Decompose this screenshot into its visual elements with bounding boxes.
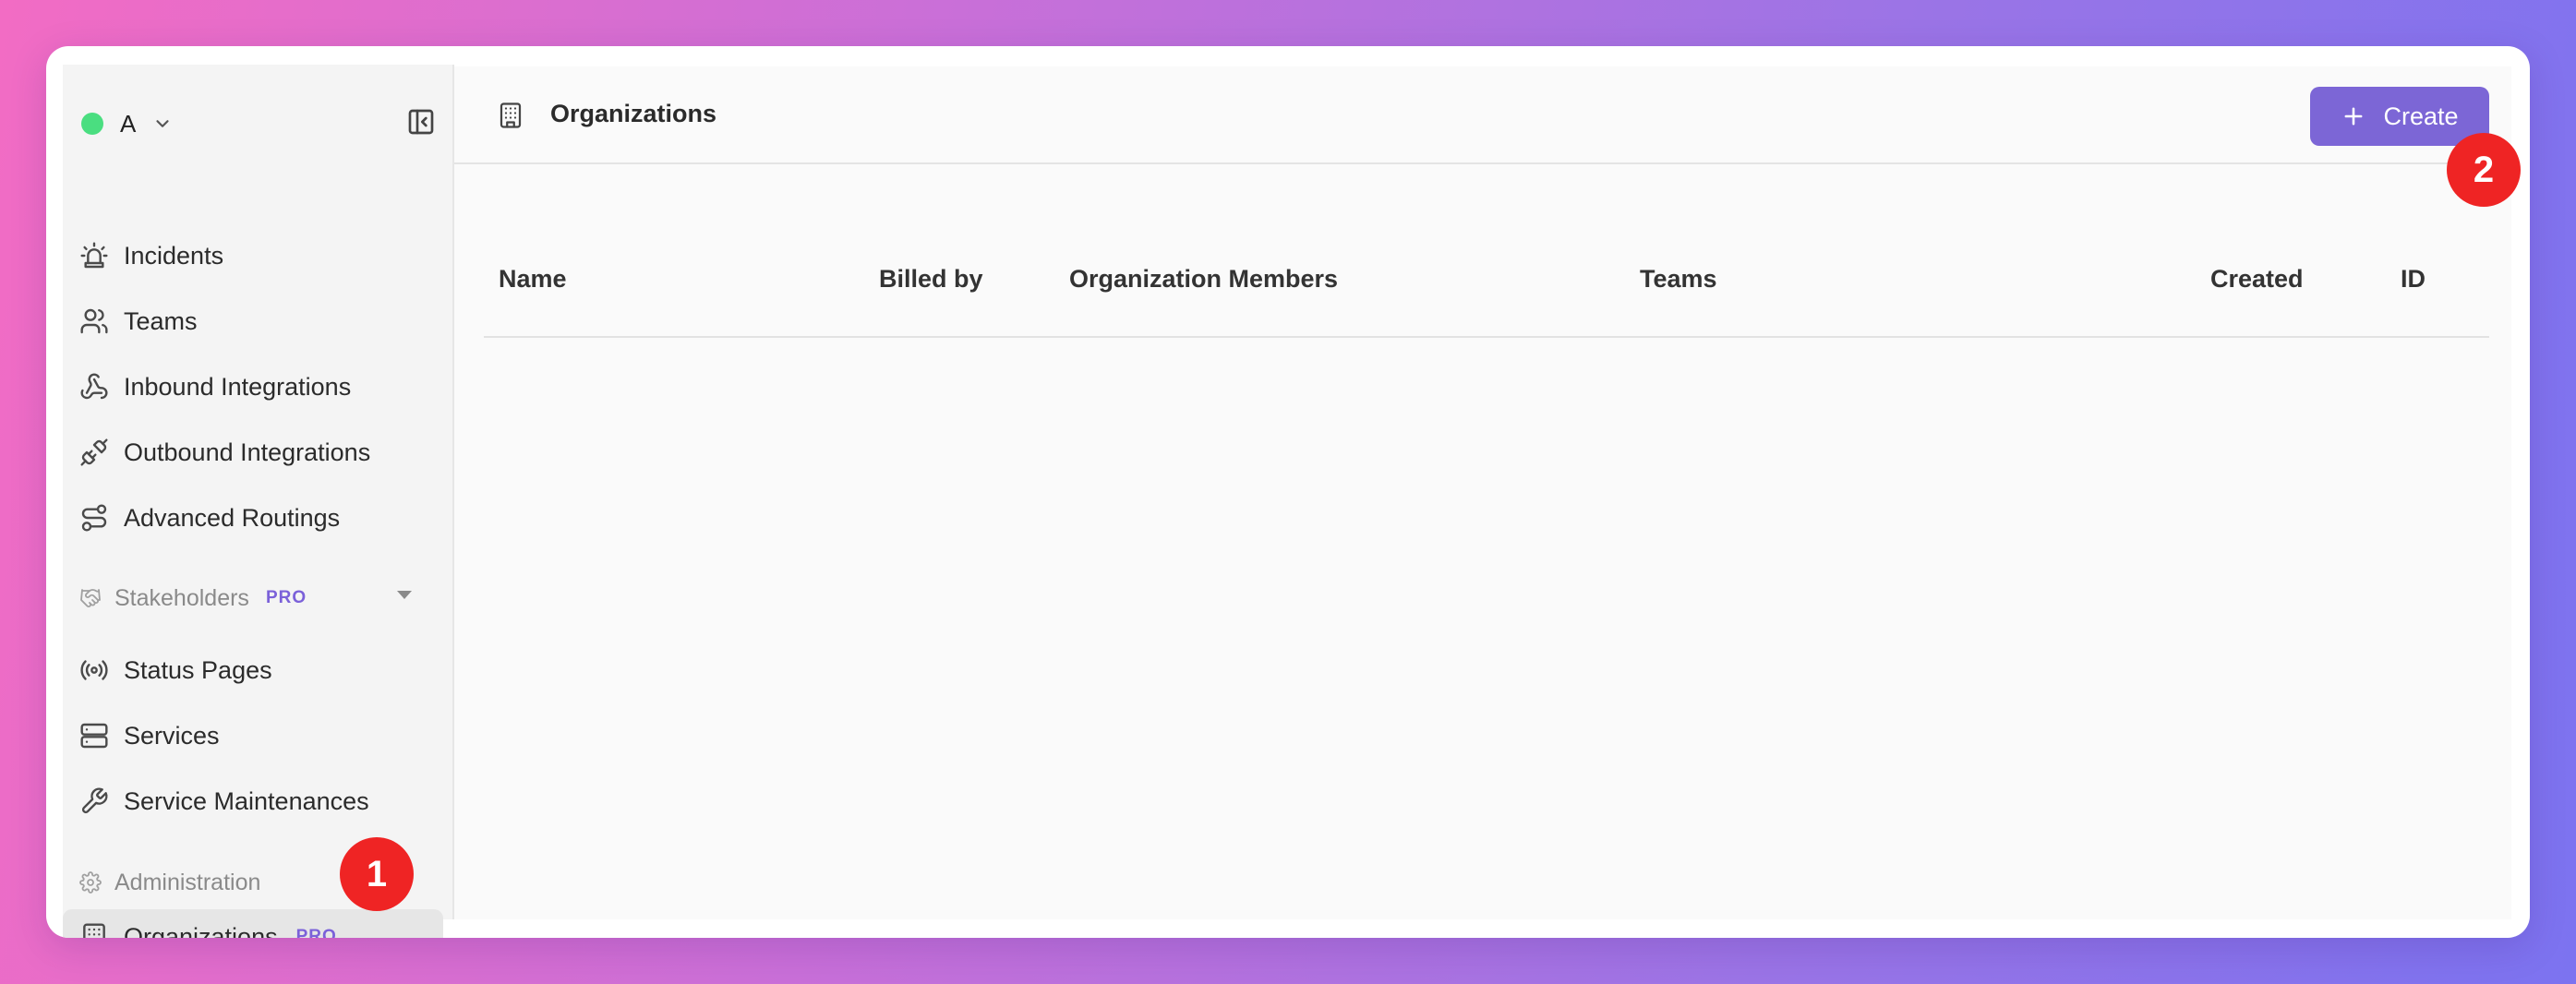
step-badge-2: 2 xyxy=(2447,133,2521,207)
column-header-billed-by[interactable]: Billed by xyxy=(879,249,983,308)
sidebar-item-label: Incidents xyxy=(124,241,224,270)
workspace-name: A xyxy=(120,109,137,138)
column-header-name[interactable]: Name xyxy=(499,249,567,308)
column-header-id[interactable]: ID xyxy=(2401,249,2426,308)
chevron-down-icon xyxy=(156,120,169,127)
sidebar-item-status-pages[interactable]: Status Pages xyxy=(63,642,443,699)
building-icon xyxy=(83,923,105,938)
webhook-icon xyxy=(80,373,108,400)
pro-badge: PRO xyxy=(265,588,307,607)
sidebar-item-organizations[interactable]: Organizations PRO xyxy=(63,909,443,938)
workspace-switcher[interactable]: A xyxy=(81,107,173,140)
sidebar-item-label: Teams xyxy=(124,306,198,335)
sidebar-item-label: Advanced Routings xyxy=(124,503,341,532)
caret-down-icon xyxy=(397,591,412,599)
sidebar-item-outbound-integrations[interactable]: Outbound Integrations xyxy=(63,424,443,481)
sidebar-item-label: Inbound Integrations xyxy=(124,372,352,401)
sidebar-item-label: Services xyxy=(124,721,220,750)
sidebar-item-teams[interactable]: Teams xyxy=(63,293,443,350)
section-stakeholders[interactable]: Stakeholders PRO xyxy=(79,580,430,617)
plug-icon xyxy=(80,438,108,466)
sidebar-item-incidents[interactable]: Incidents xyxy=(63,227,443,284)
sidebar-item-label: Outbound Integrations xyxy=(124,438,371,466)
app-window: A Incidents Teams Inbound Integrations O… xyxy=(46,46,2530,938)
gear-icon xyxy=(79,871,102,894)
plus-icon xyxy=(2345,107,2363,126)
column-header-teams[interactable]: Teams xyxy=(1640,249,1717,308)
siren-icon xyxy=(80,242,108,269)
sidebar-collapse-icon[interactable] xyxy=(406,107,436,137)
sidebar-item-inbound-integrations[interactable]: Inbound Integrations xyxy=(63,358,443,415)
column-header-created[interactable]: Created xyxy=(2210,249,2304,308)
sidebar-item-label: Organizations xyxy=(124,922,278,939)
users-icon xyxy=(80,308,108,334)
status-dot xyxy=(81,113,103,135)
server-icon xyxy=(80,723,108,749)
building-icon xyxy=(500,102,522,128)
sidebar-item-services[interactable]: Services xyxy=(63,707,443,764)
wrench-icon xyxy=(81,787,108,814)
page-header: Organizations Create xyxy=(454,66,2511,164)
section-label: Administration xyxy=(114,869,261,895)
sidebar-item-advanced-routings[interactable]: Advanced Routings xyxy=(63,489,443,546)
pro-badge: PRO xyxy=(295,927,337,938)
main-content: Organizations Create Name Billed by Orga… xyxy=(454,66,2511,919)
broadcast-icon xyxy=(80,660,108,680)
route-icon xyxy=(81,504,107,532)
create-button[interactable]: Create xyxy=(2310,87,2489,146)
page-title: Organizations xyxy=(550,100,717,127)
handshake-icon xyxy=(80,589,101,607)
table-header: Name Billed by Organization Members Team… xyxy=(484,249,2489,338)
step-badge-1: 1 xyxy=(340,837,414,911)
section-label: Stakeholders xyxy=(114,584,249,611)
sidebar-item-label: Status Pages xyxy=(124,655,272,684)
column-header-organization-members[interactable]: Organization Members xyxy=(1069,249,1338,308)
sidebar: A Incidents Teams Inbound Integrations O… xyxy=(63,65,454,938)
sidebar-item-service-maintenances[interactable]: Service Maintenances xyxy=(63,773,443,830)
create-button-label: Create xyxy=(2383,102,2459,130)
sidebar-item-label: Service Maintenances xyxy=(124,786,369,815)
